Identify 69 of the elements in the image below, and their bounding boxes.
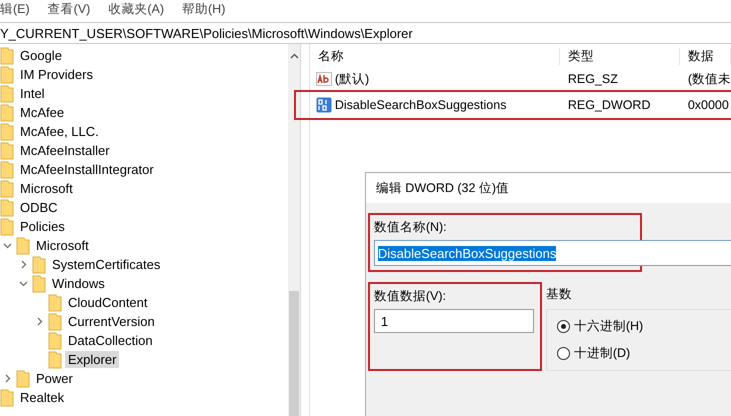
value-type: REG_SZ bbox=[566, 72, 619, 86]
address-path[interactable]: Y_CURRENT_USER\SOFTWARE\Policies\Microsoft\Windows\Explorer bbox=[0, 26, 413, 40]
tree-item[interactable]: McAfee, LLC. bbox=[17, 123, 102, 140]
folder-icon bbox=[16, 236, 30, 254]
value-data: (数值未 bbox=[686, 70, 731, 88]
chevron-icon[interactable] bbox=[19, 279, 28, 288]
tree-item[interactable]: Google bbox=[17, 47, 65, 64]
scrollbar[interactable] bbox=[288, 44, 300, 416]
tree-item[interactable]: Microsoft bbox=[17, 180, 76, 197]
menu-item[interactable]: 帮助(H) bbox=[182, 0, 226, 18]
tree-item[interactable]: McAfee bbox=[17, 104, 68, 121]
folder-icon bbox=[0, 142, 14, 160]
folder-icon bbox=[48, 350, 62, 368]
field-label: 数值数据(V): bbox=[374, 288, 447, 305]
folder-icon bbox=[0, 388, 14, 406]
chevron-icon[interactable] bbox=[3, 241, 12, 250]
tree-item[interactable]: CurrentVersion bbox=[65, 313, 158, 330]
value-name[interactable]: DisableSearchBoxSuggestions bbox=[334, 98, 506, 112]
tree-item[interactable]: IM Providers bbox=[17, 66, 96, 83]
folder-icon bbox=[0, 66, 14, 84]
folder-icon bbox=[0, 160, 14, 178]
tree-item[interactable]: DataCollection bbox=[65, 332, 156, 349]
tree-item[interactable]: SystemCertificates bbox=[49, 256, 164, 273]
name-field[interactable]: DisableSearchBoxSuggestions bbox=[374, 240, 731, 266]
column-header[interactable]: 名称 bbox=[310, 48, 560, 64]
string-value-icon bbox=[316, 72, 332, 86]
folder-icon bbox=[0, 180, 14, 198]
tree-item[interactable]: ODBC bbox=[17, 199, 61, 216]
field-label: 数值名称(N): bbox=[374, 219, 448, 236]
folder-icon bbox=[32, 256, 46, 274]
menu-item[interactable]: 查看(V) bbox=[48, 0, 90, 18]
menu-item[interactable]: 收藏夹(A) bbox=[108, 0, 164, 18]
radio-option[interactable]: 十进制(D) bbox=[556, 345, 724, 362]
tree-item[interactable]: Policies bbox=[17, 218, 68, 235]
binary-value-icon bbox=[316, 97, 332, 113]
folder-icon bbox=[0, 46, 14, 64]
radio-option[interactable]: 十六进制(H) bbox=[556, 318, 724, 335]
tree-item[interactable]: McAfeeInstaller bbox=[17, 142, 113, 159]
column-header[interactable]: 数据 bbox=[680, 48, 731, 64]
tree-item[interactable]: McAfeeInstallIntegrator bbox=[17, 161, 157, 178]
chevron-icon[interactable] bbox=[3, 374, 12, 383]
tree-item[interactable]: Intel bbox=[17, 85, 48, 102]
tree-item[interactable]: CloudContent bbox=[65, 294, 150, 311]
folder-icon bbox=[48, 312, 62, 330]
chevron-icon[interactable] bbox=[35, 317, 44, 326]
column-header[interactable]: 类型 bbox=[560, 48, 680, 64]
folder-icon bbox=[0, 104, 14, 122]
folder-icon bbox=[0, 84, 14, 102]
group-label: 基数 bbox=[546, 286, 573, 303]
folder-icon bbox=[16, 370, 30, 388]
chevron-icon[interactable] bbox=[19, 260, 28, 269]
menu-item[interactable]: 辑(E) bbox=[0, 0, 30, 18]
folder-icon bbox=[32, 274, 46, 292]
data-field[interactable]: 1 bbox=[374, 309, 534, 333]
value-data: 0x0000 bbox=[686, 98, 730, 112]
folder-icon bbox=[48, 294, 62, 312]
tree-item[interactable]: Power bbox=[33, 370, 76, 387]
tree-item[interactable]: Explorer bbox=[65, 351, 120, 368]
dialog-title: 编辑 DWORD (32 位)值 bbox=[376, 180, 510, 196]
tree-item[interactable]: Microsoft bbox=[33, 237, 92, 254]
folder-icon bbox=[0, 218, 14, 236]
scroll-up-icon[interactable] bbox=[290, 52, 299, 61]
tree-item[interactable]: Windows bbox=[49, 275, 108, 292]
value-type: REG_DWORD bbox=[566, 98, 652, 112]
value-name[interactable]: (默认) bbox=[334, 70, 370, 88]
folder-icon bbox=[48, 332, 62, 350]
folder-icon bbox=[0, 198, 14, 216]
folder-icon bbox=[0, 122, 14, 140]
tree-item[interactable]: Realtek bbox=[17, 389, 68, 406]
